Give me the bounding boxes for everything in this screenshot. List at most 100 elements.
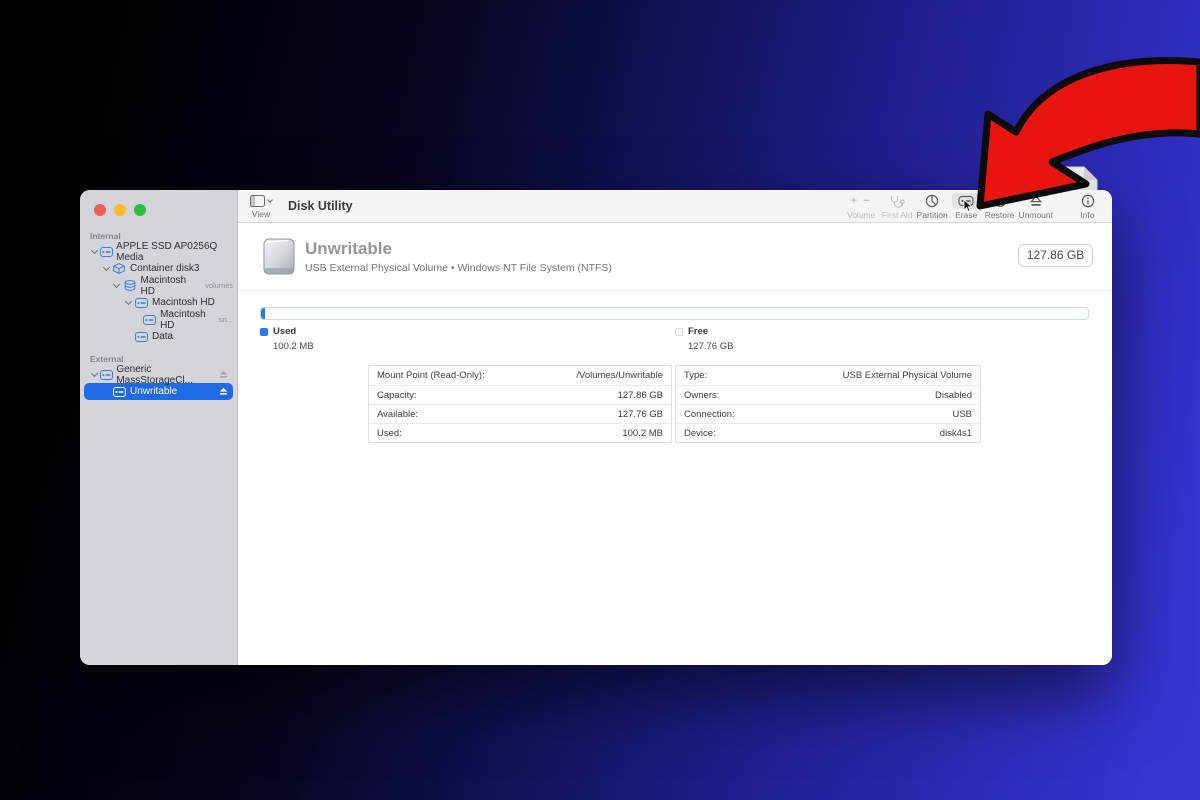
zoom-button[interactable] <box>134 204 146 216</box>
toolbar-buttons: + − Volume First Aid Partition Erase Res… <box>843 193 1104 220</box>
table-row: Type: USB External Physical Volume <box>676 366 980 385</box>
close-button[interactable] <box>94 204 106 216</box>
sidebar-item-suffix: sn... <box>218 315 233 324</box>
free-swatch-icon <box>675 327 683 336</box>
free-value: 127.76 GB <box>688 341 734 352</box>
sidebar-item-data[interactable]: Data <box>84 328 233 345</box>
drive-icon <box>133 297 149 308</box>
usage-bar-used-segment <box>261 308 265 319</box>
main-pane: View Disk Utility + − Volume First Aid P… <box>238 190 1112 665</box>
restore-button[interactable]: Restore <box>983 193 1017 220</box>
detail-label: Connection: <box>684 409 735 420</box>
detail-value: 100.2 MB <box>622 428 663 439</box>
sidebar-item-unwritable[interactable]: Unwritable <box>84 383 233 400</box>
first-aid-button[interactable]: First Aid <box>880 193 915 220</box>
sidebar-item-apple-ssd[interactable]: APPLE SSD AP0256Q Media <box>84 240 233 263</box>
volume-detail-panel: Unwritable USB External Physical Volume … <box>238 224 1112 665</box>
drive-icon <box>99 369 113 380</box>
erase-icon <box>952 193 981 212</box>
volume-add-remove-icon: + − <box>850 195 872 207</box>
unmount-eject-icon <box>1023 193 1049 209</box>
view-button[interactable]: View <box>250 194 273 219</box>
erase-button[interactable]: Erase <box>950 193 983 220</box>
detail-label: Mount Point (Read-Only): <box>377 370 485 381</box>
drive-icon <box>133 331 149 342</box>
sidebar-item-label: Macintosh HD <box>152 297 215 308</box>
chevron-down-icon[interactable] <box>102 263 110 271</box>
mouse-cursor-icon <box>963 198 974 218</box>
detail-label: Capacity: <box>377 390 417 401</box>
volume-button[interactable]: + − Volume <box>843 193 880 220</box>
detail-label: Owners: <box>684 390 720 401</box>
detail-label: Used: <box>377 428 402 439</box>
table-row: Available: 127.76 GB <box>369 404 671 423</box>
details-table-right: Type: USB External Physical Volume Owner… <box>675 365 981 443</box>
free-label: Free <box>688 326 709 337</box>
legend-used: Used 100.2 MB <box>260 326 314 352</box>
partition-button[interactable]: Partition <box>915 193 950 220</box>
sidebar-toggle-icon <box>250 194 265 207</box>
sidebar-item-label: Generic MassStorageCl... <box>116 363 194 386</box>
first-aid-icon <box>883 193 911 209</box>
usage-bar <box>260 307 1089 320</box>
table-row: Capacity: 127.86 GB <box>369 385 671 404</box>
chevron-down-icon[interactable] <box>90 246 98 254</box>
drive-icon <box>99 246 113 257</box>
table-row: Mount Point (Read-Only): /Volumes/Unwrit… <box>369 366 671 385</box>
partition-icon <box>919 193 945 209</box>
detail-label: Device: <box>684 428 716 439</box>
drive-icon <box>143 314 157 325</box>
detail-label: Type: <box>684 370 708 381</box>
detail-value: Disabled <box>935 390 972 401</box>
sidebar-item-macintosh-hd-volumes[interactable]: Macintosh HD volumes <box>84 274 233 297</box>
volume-title: Unwritable <box>305 239 392 258</box>
chevron-down-icon[interactable] <box>124 297 132 305</box>
detail-value: USB External Physical Volume <box>842 370 972 381</box>
sidebar-item-macintosh-hd-snapshot[interactable]: Macintosh HD sn... <box>84 308 233 331</box>
detail-label: Available: <box>377 409 419 420</box>
legend-free: Free 127.76 GB <box>675 326 733 352</box>
details-table-left: Mount Point (Read-Only): /Volumes/Unwrit… <box>368 365 672 443</box>
sidebar: Internal APPLE SSD AP0256Q Media Contain… <box>80 190 238 665</box>
sidebar-item-suffix: volumes <box>205 281 233 290</box>
info-button[interactable]: Info <box>1071 193 1104 220</box>
volume-subtitle: USB External Physical Volume • Windows N… <box>305 262 612 274</box>
detail-value: /Volumes/Unwritable <box>576 370 663 381</box>
table-row: Owners: Disabled <box>676 385 980 404</box>
sidebar-item-generic-massstorage[interactable]: Generic MassStorageCl... <box>84 363 233 386</box>
unmount-button[interactable]: Unmount <box>1017 193 1056 220</box>
detail-value: disk4s1 <box>939 428 972 439</box>
header-divider <box>238 290 1112 291</box>
eject-icon[interactable] <box>219 387 228 396</box>
chevron-down-icon[interactable] <box>113 280 121 288</box>
used-value: 100.2 MB <box>273 341 314 352</box>
container-icon <box>111 263 127 274</box>
external-drive-image <box>260 237 298 282</box>
restore-icon <box>987 193 1013 209</box>
drive-icon <box>111 386 127 397</box>
window-title: Disk Utility <box>288 199 353 213</box>
sidebar-item-label: Unwritable <box>130 386 178 397</box>
sidebar-item-label: APPLE SSD AP0256Q Media <box>116 240 218 263</box>
eject-icon[interactable] <box>219 370 228 379</box>
sidebar-item-label: Container disk3 <box>130 263 200 274</box>
table-row: Device: disk4s1 <box>676 423 980 442</box>
sidebar-item-label: Macintosh HD <box>140 274 187 297</box>
used-label: Used <box>273 326 297 337</box>
sidebar-item-label: Macintosh HD <box>160 308 206 331</box>
detail-value: 127.76 GB <box>617 409 663 420</box>
detail-value: USB <box>952 409 972 420</box>
chevron-down-icon[interactable] <box>90 369 99 377</box>
toolbar: View Disk Utility + − Volume First Aid P… <box>238 190 1112 223</box>
sidebar-item-label: Data <box>152 331 174 342</box>
volume-group-icon <box>122 280 138 291</box>
used-swatch-icon <box>260 327 268 336</box>
disk-utility-window: Internal APPLE SSD AP0256Q Media Contain… <box>80 190 1112 665</box>
table-row: Used: 100.2 MB <box>369 423 671 442</box>
minimize-button[interactable] <box>114 204 126 216</box>
chevron-down-icon <box>267 196 273 203</box>
info-icon <box>1075 193 1101 209</box>
view-button-label: View <box>251 209 271 219</box>
table-row: Connection: USB <box>676 404 980 423</box>
traffic-lights <box>80 190 237 222</box>
